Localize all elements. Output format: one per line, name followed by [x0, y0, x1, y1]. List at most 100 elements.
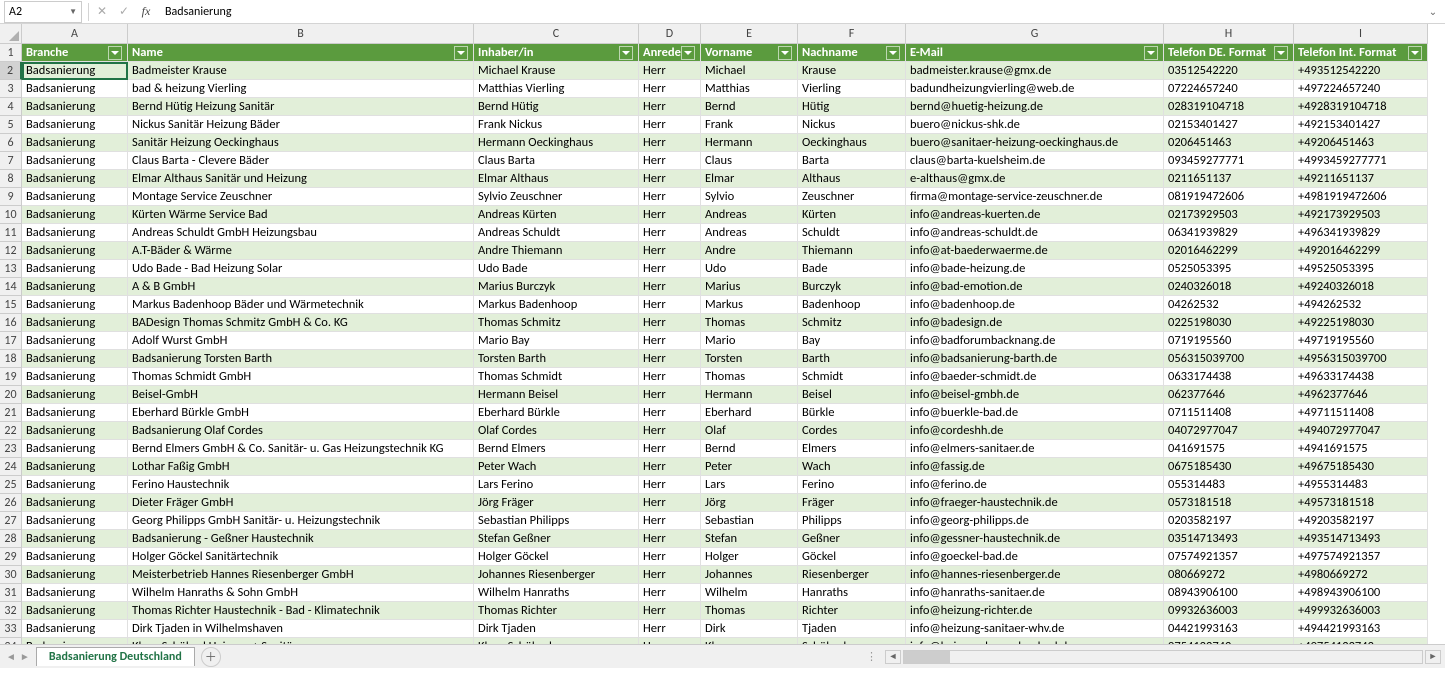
table-cell[interactable]: Schmitz	[798, 314, 906, 332]
table-cell[interactable]: Barth	[798, 350, 906, 368]
table-cell[interactable]: info@georg-philipps.de	[906, 512, 1164, 530]
table-cell[interactable]: Udo Bade	[474, 260, 639, 278]
table-cell[interactable]: Badsanierung	[22, 404, 128, 422]
table-cell[interactable]: Herr	[639, 152, 701, 170]
table-cell[interactable]: firma@montage-service-zeuschner.de	[906, 188, 1164, 206]
scroll-right-button[interactable]: ►	[1425, 650, 1441, 664]
table-cell[interactable]: info@fassig.de	[906, 458, 1164, 476]
table-cell[interactable]: +492016462299	[1294, 242, 1428, 260]
table-cell[interactable]: 080669272	[1164, 566, 1294, 584]
table-cell[interactable]: Hermann Oeckinghaus	[474, 134, 639, 152]
table-cell[interactable]: A & B GmbH	[128, 278, 474, 296]
table-cell[interactable]: Eberhard Bürkle GmbH	[128, 404, 474, 422]
row-header[interactable]: 11	[0, 224, 22, 242]
table-cell[interactable]: Badsanierung	[22, 440, 128, 458]
table-cell[interactable]: info@elmers-sanitaer.de	[906, 440, 1164, 458]
table-cell[interactable]: Holger	[701, 548, 798, 566]
table-cell[interactable]: 0240326018	[1164, 278, 1294, 296]
table-cell[interactable]: Dirk Tjaden in Wilhelmshaven	[128, 620, 474, 638]
table-cell[interactable]: Badsanierung	[22, 602, 128, 620]
table-cell[interactable]: Sebastian	[701, 512, 798, 530]
row-header[interactable]: 24	[0, 458, 22, 476]
table-cell[interactable]: Herr	[639, 134, 701, 152]
table-cell[interactable]: Badsanierung	[22, 296, 128, 314]
table-cell[interactable]: info@andreas-schuldt.de	[906, 224, 1164, 242]
table-cell[interactable]: Badsanierung	[22, 332, 128, 350]
table-cell[interactable]: 04072977047	[1164, 422, 1294, 440]
cancel-icon[interactable]: ✕	[91, 2, 113, 22]
table-cell[interactable]: 08943906100	[1164, 584, 1294, 602]
table-cell[interactable]: Badsanierung	[22, 530, 128, 548]
table-cell[interactable]: Herr	[639, 422, 701, 440]
table-cell[interactable]: Mario	[701, 332, 798, 350]
row-header[interactable]: 10	[0, 206, 22, 224]
table-cell[interactable]: info@andreas-kuerten.de	[906, 206, 1164, 224]
row-header[interactable]: 4	[0, 98, 22, 116]
table-cell[interactable]: Lothar Faßig GmbH	[128, 458, 474, 476]
table-cell[interactable]: Badsanierung	[22, 494, 128, 512]
table-cell[interactable]: Thomas Richter	[474, 602, 639, 620]
table-cell[interactable]: Matthias Vierling	[474, 80, 639, 98]
table-cell[interactable]: Burczyk	[798, 278, 906, 296]
table-cell[interactable]: Badsanierung	[22, 170, 128, 188]
table-cell[interactable]: Holger Göckel Sanitärtechnik	[128, 548, 474, 566]
table-cell[interactable]: +49211651137	[1294, 170, 1428, 188]
table-cell[interactable]: Thomas	[701, 602, 798, 620]
table-cell[interactable]: Hermann Beisel	[474, 386, 639, 404]
table-cell[interactable]: Badsanierung	[22, 242, 128, 260]
table-cell[interactable]: Andreas Schuldt GmbH Heizungsbau	[128, 224, 474, 242]
table-cell[interactable]: Udo	[701, 260, 798, 278]
table-cell[interactable]: Kürten	[798, 206, 906, 224]
table-cell[interactable]: info@badenhoop.de	[906, 296, 1164, 314]
row-header[interactable]: 13	[0, 260, 22, 278]
table-cell[interactable]: Olaf Cordes	[474, 422, 639, 440]
row-header[interactable]: 22	[0, 422, 22, 440]
table-cell[interactable]: Marius Burczyk	[474, 278, 639, 296]
table-cell[interactable]: Badsanierung	[22, 206, 128, 224]
table-cell[interactable]: Badsanierung - Geßner Haustechnik	[128, 530, 474, 548]
table-cell[interactable]: Herr	[639, 98, 701, 116]
table-cell[interactable]: badmeister.krause@gmx.de	[906, 62, 1164, 80]
table-cell[interactable]: Elmar	[701, 170, 798, 188]
table-cell[interactable]: 0711511408	[1164, 404, 1294, 422]
table-cell[interactable]: Herr	[639, 440, 701, 458]
row-header[interactable]: 27	[0, 512, 22, 530]
table-cell[interactable]: +49675185430	[1294, 458, 1428, 476]
table-cell[interactable]: Ferino Haustechnik	[128, 476, 474, 494]
table-cell[interactable]: BADesign Thomas Schmitz GmbH & Co. KG	[128, 314, 474, 332]
table-cell[interactable]: Badsanierung	[22, 98, 128, 116]
table-cell[interactable]: 081919472606	[1164, 188, 1294, 206]
add-sheet-button[interactable]: ＋	[201, 647, 221, 667]
table-cell[interactable]: Herr	[639, 80, 701, 98]
table-cell[interactable]: Barta	[798, 152, 906, 170]
table-cell[interactable]: Badsanierung Olaf Cordes	[128, 422, 474, 440]
table-cell[interactable]: info@buerkle-bad.de	[906, 404, 1164, 422]
row-header[interactable]: 2	[0, 62, 22, 80]
table-cell[interactable]: +4928319104718	[1294, 98, 1428, 116]
table-cell[interactable]: Andreas Kürten	[474, 206, 639, 224]
table-cell[interactable]: Elmar Althaus Sanitär und Heizung	[128, 170, 474, 188]
table-cell[interactable]: 093459277771	[1164, 152, 1294, 170]
table-cell[interactable]: Nickus Sanitär Heizung Bäder	[128, 116, 474, 134]
table-cell[interactable]: +4981919472606	[1294, 188, 1428, 206]
table-cell[interactable]: info@baeder-schmidt.de	[906, 368, 1164, 386]
table-cell[interactable]: Johannes	[701, 566, 798, 584]
table-cell[interactable]: +494421993163	[1294, 620, 1428, 638]
chevron-down-icon[interactable]: ▼	[69, 7, 77, 17]
table-cell[interactable]: Badsanierung	[22, 548, 128, 566]
table-cell[interactable]: 0719195560	[1164, 332, 1294, 350]
table-cell[interactable]: Herr	[639, 494, 701, 512]
filter-dropdown-icon[interactable]	[1274, 46, 1288, 60]
table-cell[interactable]: Bernd Hütig Heizung Sanitär	[128, 98, 474, 116]
table-cell[interactable]: Torsten Barth	[474, 350, 639, 368]
table-cell[interactable]: Herr	[639, 386, 701, 404]
table-cell[interactable]: Herr	[639, 332, 701, 350]
table-cell[interactable]: +49633174438	[1294, 368, 1428, 386]
table-cell[interactable]: Bernd	[701, 98, 798, 116]
table-cell[interactable]: +497574921357	[1294, 548, 1428, 566]
table-header-cell[interactable]: Name	[128, 44, 474, 62]
table-cell[interactable]: A.T-Bäder & Wärme	[128, 242, 474, 260]
table-cell[interactable]: Herr	[639, 314, 701, 332]
spreadsheet-grid[interactable]: ABCDEFGHI1BrancheNameInhaber/inAnredeVor…	[0, 24, 1445, 656]
table-cell[interactable]: Johannes Riesenberger	[474, 566, 639, 584]
